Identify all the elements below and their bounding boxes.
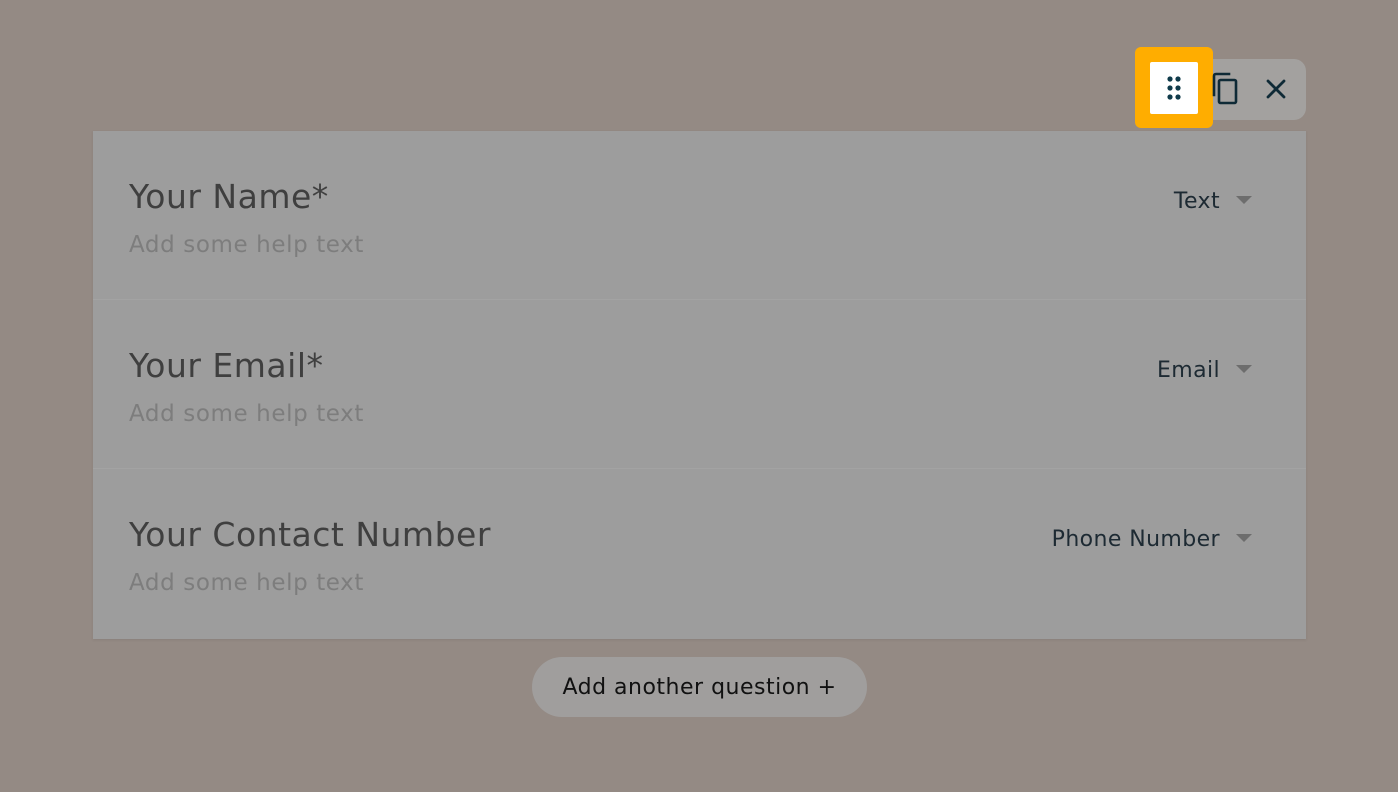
question-title[interactable]: Your Contact Number [129, 515, 491, 554]
close-icon [1266, 79, 1286, 99]
add-question-button[interactable]: Add another question + [532, 657, 867, 717]
caret-down-icon [1236, 533, 1252, 542]
question-row[interactable]: Your Name* Add some help text Text [93, 131, 1306, 300]
drag-handle-icon [1167, 76, 1181, 100]
question-type-label: Phone Number [1051, 527, 1220, 552]
question-type-select[interactable]: Text [1174, 189, 1252, 214]
questions-card: Your Name* Add some help text Text Your … [93, 131, 1306, 639]
drag-handle-button[interactable] [1150, 62, 1198, 114]
caret-down-icon [1236, 364, 1252, 373]
question-title[interactable]: Your Name* [129, 177, 329, 216]
duplicate-button[interactable] [1203, 66, 1247, 112]
question-title[interactable]: Your Email* [129, 346, 324, 385]
question-type-select[interactable]: Email [1157, 358, 1252, 383]
caret-down-icon [1236, 195, 1252, 204]
help-text-field[interactable]: Add some help text [129, 401, 364, 427]
remove-button[interactable] [1254, 66, 1298, 112]
question-type-label: Text [1173, 189, 1220, 214]
question-row[interactable]: Your Contact Number Add some help text P… [93, 469, 1306, 639]
help-text-field[interactable]: Add some help text [129, 232, 364, 258]
question-type-label: Email [1156, 358, 1220, 383]
copy-icon [1212, 72, 1238, 105]
help-text-field[interactable]: Add some help text [129, 570, 364, 596]
question-row[interactable]: Your Email* Add some help text Email [93, 300, 1306, 469]
question-type-select[interactable]: Phone Number [1052, 527, 1252, 552]
